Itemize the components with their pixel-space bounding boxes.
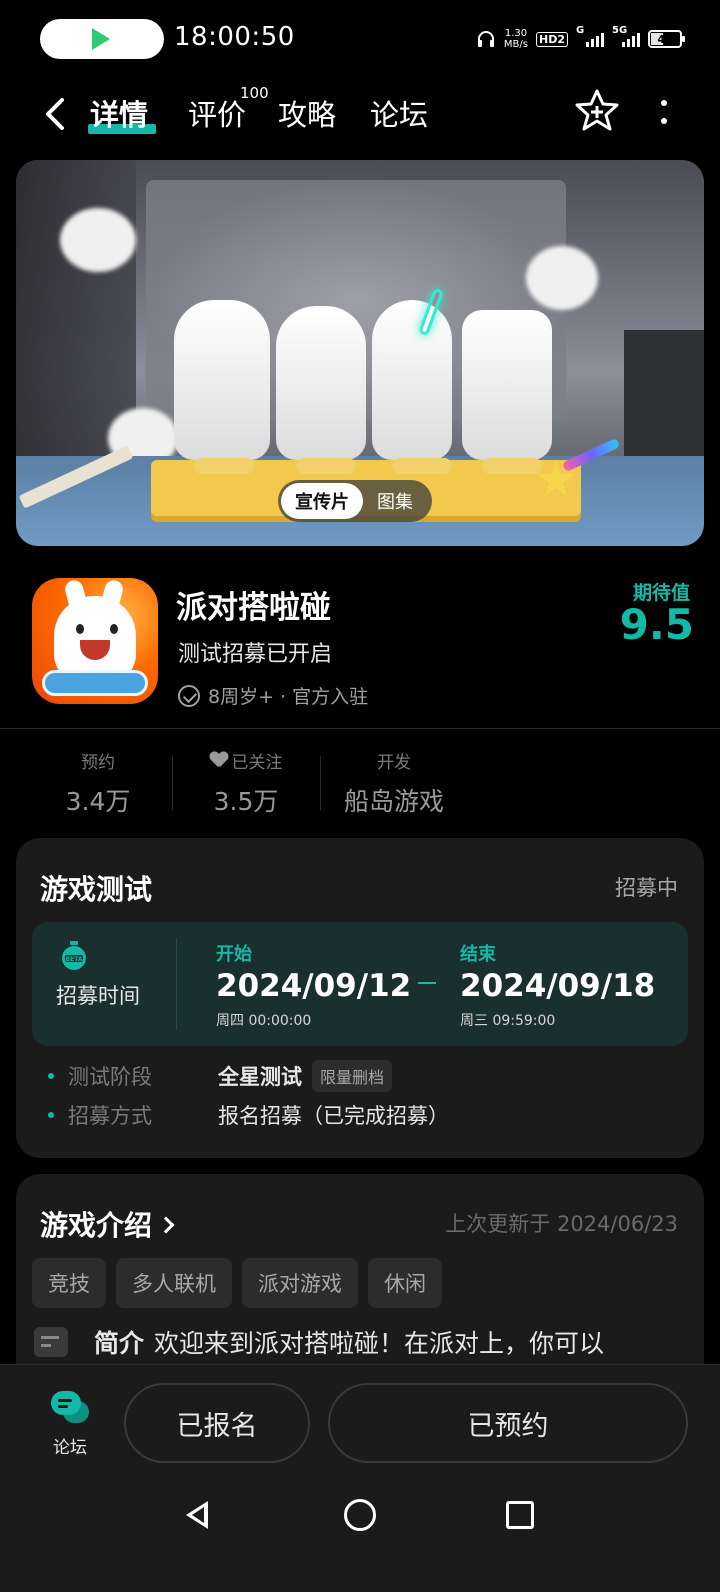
character-figure [276,306,366,474]
more-options-icon[interactable] [656,96,672,128]
intro-text: 欢迎来到派对搭啦碰！在派对上，你可以 [154,1329,605,1358]
recruit-status: 招募中 [615,876,678,900]
stat-reservations: 预约 3.4万 [60,748,136,818]
net-speed: 1.30 MB/s [503,28,528,50]
signed-up-button[interactable]: 已报名 [124,1383,310,1463]
toggle-gallery[interactable]: 图集 [363,483,427,519]
tag-chip[interactable]: 竞技 [32,1258,106,1308]
end-label: 结束 [460,944,496,965]
system-nav-bar [0,1485,720,1577]
date-range-dash [418,982,436,984]
bullet [48,1112,54,1118]
forum-button[interactable]: 论坛 [42,1391,98,1458]
recruit-time-box: BETA 招募时间 开始 2024/09/12 周四 00:00:00 结束 2… [32,922,688,1046]
nav-back-icon-inner [192,1507,204,1523]
last-updated: 上次更新于 2024/06/23 [445,1212,678,1236]
intro-title-link[interactable]: 游戏介绍 [40,1204,175,1244]
reserved-button[interactable]: 已预约 [328,1383,688,1463]
intro-label: 简介 [94,1329,145,1358]
intro-title: 游戏介绍 [40,1209,153,1242]
stat-value: 船岛游戏 [343,787,444,816]
tab-forum[interactable]: 论坛 [370,92,428,134]
beta-timer-icon: BETA [62,941,86,970]
tab-reviews[interactable]: 评价 [188,92,246,134]
chat-bubble-icon [51,1391,89,1423]
stat-developer[interactable]: 开发 船岛游戏 [336,748,452,818]
character-figure [372,300,452,474]
game-meta: 8周岁+ · 官方入驻 [178,682,368,709]
headphones-icon [477,31,494,47]
cloud-decoration [60,208,136,272]
stat-divider [172,756,173,810]
reviews-count-badge: 100 [240,84,269,102]
stat-label: 开发 [377,752,411,773]
stat-divider [320,756,321,810]
tab-guides[interactable]: 攻略 [278,92,336,134]
promo-banner[interactable]: 宣传片 图集 [16,160,704,546]
status-time: 18:00:50 [174,22,295,52]
toggle-trailer[interactable]: 宣传片 [281,483,363,519]
test-stage-row: 测试阶段 全星测试 限量删档 [48,1060,393,1092]
game-app-icon [32,578,158,704]
character-figure [174,300,270,474]
cloud-decoration [526,246,598,310]
screen-recording-pill[interactable] [40,19,164,59]
status-bar: 18:00:50 1.30 MB/s HD2 G 5G 41 [0,0,720,80]
signal-icon-2: 5G [612,25,640,47]
signal-icon-1: G [576,25,604,47]
chevron-right-icon [157,1216,175,1234]
document-icon [34,1327,68,1357]
stat-label: 预约 [81,752,115,773]
game-title: 派对搭啦碰 [176,590,331,626]
bottom-action-bar: 论坛 已报名 已预约 [0,1364,720,1592]
tag-chip[interactable]: 多人联机 [116,1258,232,1308]
start-date: 2024/09/12 [216,968,412,1004]
svg-text:BETA: BETA [66,956,83,963]
row-value: 全星测试 [218,1065,302,1089]
start-label: 开始 [216,944,252,965]
row-key: 招募方式 [68,1104,152,1128]
tag-chip[interactable]: 派对游戏 [242,1258,358,1308]
media-toggle: 宣传片 图集 [278,480,432,522]
intro-summary[interactable]: 简介 欢迎来到派对搭啦碰！在派对上，你可以 [34,1324,604,1360]
back-arrow-icon[interactable] [40,94,70,134]
stat-label: 已关注 [231,752,283,773]
nav-home-icon[interactable] [344,1499,376,1531]
favorite-star-icon[interactable] [574,88,620,134]
tag-list: 竞技 多人联机 派对游戏 休闲 [32,1258,442,1308]
bullet [48,1073,54,1079]
end-time: 周三 09:59:00 [460,1013,556,1029]
time-divider [176,938,177,1030]
tab-details[interactable]: 详情 [90,92,148,134]
start-time: 周四 00:00:00 [216,1013,312,1029]
play-icon [92,28,110,50]
stat-label-row: 已关注 [196,748,296,773]
nav-recents-icon[interactable] [506,1501,534,1529]
heart-icon [210,752,228,768]
divider [0,728,720,729]
hd-voice-icon: HD2 [536,31,568,47]
stat-followers[interactable]: 已关注 3.5万 [196,748,296,818]
forum-label: 论坛 [53,1438,87,1458]
battery-icon: 41 [648,30,685,48]
stat-value: 3.4万 [65,787,131,816]
tag-chip[interactable]: 休闲 [368,1258,442,1308]
game-subtitle: 测试招募已开启 [178,642,333,667]
card-title: 游戏测试 [40,873,153,906]
game-meta-text: 8周岁+ · 官方入驻 [208,686,369,708]
character-figure [462,310,552,474]
stat-value: 3.5万 [213,787,279,816]
status-icons: 1.30 MB/s HD2 G 5G 41 [476,24,685,54]
end-date: 2024/09/18 [460,968,656,1004]
row-key: 测试阶段 [68,1065,152,1089]
expectation-score: 9.5 [619,600,694,649]
verified-check-icon [178,684,200,707]
recruit-method-row: 招募方式 报名招募（已完成招募） [48,1100,449,1130]
test-type-tag: 限量删档 [312,1060,393,1092]
row-value: 报名招募（已完成招募） [218,1104,449,1128]
game-test-card: 游戏测试 招募中 BETA 招募时间 开始 2024/09/12 周四 00:0… [16,838,704,1158]
recruit-time-label: 招募时间 [56,984,140,1008]
top-nav: 详情 评价 100 攻略 论坛 [0,80,720,150]
